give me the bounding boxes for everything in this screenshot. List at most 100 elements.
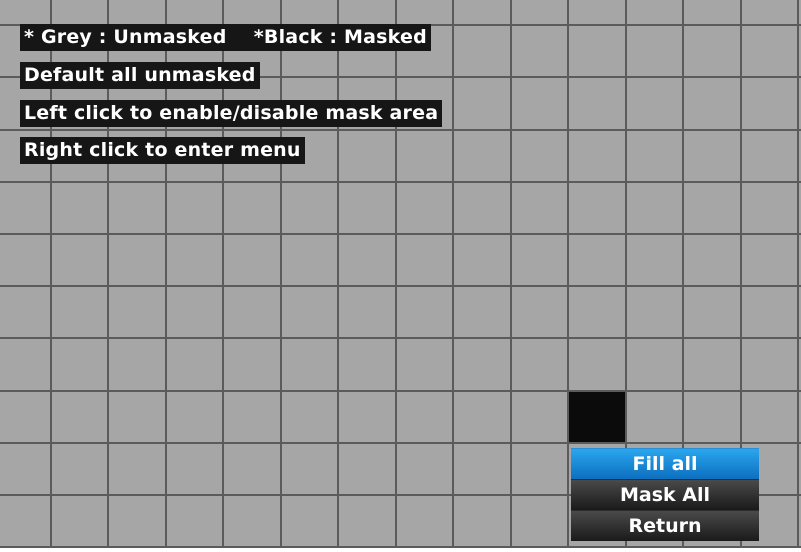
grid-cell[interactable] xyxy=(454,391,512,444)
grid-cell[interactable] xyxy=(569,235,627,288)
grid-cell[interactable] xyxy=(0,443,52,496)
grid-cell[interactable] xyxy=(569,0,627,27)
grid-cell[interactable] xyxy=(454,78,512,131)
grid-cell[interactable] xyxy=(166,391,224,444)
grid-cell[interactable] xyxy=(0,182,52,235)
grid-cell[interactable] xyxy=(0,391,52,444)
grid-cell[interactable] xyxy=(51,287,109,340)
grid-cell[interactable] xyxy=(511,496,569,549)
grid-cell[interactable] xyxy=(454,0,512,27)
grid-cell[interactable] xyxy=(396,339,454,392)
grid-cell[interactable] xyxy=(684,78,742,131)
grid-cell[interactable] xyxy=(0,235,52,288)
grid-cell[interactable] xyxy=(0,0,52,27)
grid-cell[interactable] xyxy=(224,0,282,27)
grid-cell[interactable] xyxy=(109,496,167,549)
grid-cell[interactable] xyxy=(741,287,799,340)
grid-cell[interactable] xyxy=(109,182,167,235)
grid-cell[interactable] xyxy=(511,287,569,340)
grid-cell[interactable] xyxy=(51,496,109,549)
grid-cell[interactable] xyxy=(224,235,282,288)
grid-cell[interactable] xyxy=(741,339,799,392)
grid-cell[interactable] xyxy=(166,496,224,549)
grid-cell[interactable] xyxy=(626,0,684,27)
grid-cell[interactable] xyxy=(569,339,627,392)
grid-cell[interactable] xyxy=(0,496,52,549)
grid-cell[interactable] xyxy=(626,287,684,340)
grid-cell[interactable] xyxy=(166,339,224,392)
grid-cell[interactable] xyxy=(684,26,742,79)
grid-cell[interactable] xyxy=(684,182,742,235)
grid-cell[interactable] xyxy=(511,78,569,131)
grid-cell[interactable] xyxy=(281,339,339,392)
grid-cell[interactable] xyxy=(511,339,569,392)
grid-cell[interactable] xyxy=(339,0,397,27)
grid-cell[interactable] xyxy=(741,26,799,79)
grid-cell[interactable] xyxy=(166,287,224,340)
grid-cell[interactable] xyxy=(511,26,569,79)
grid-cell[interactable] xyxy=(281,182,339,235)
grid-cell[interactable] xyxy=(166,0,224,27)
grid-cell[interactable] xyxy=(741,130,799,183)
grid-cell[interactable] xyxy=(339,287,397,340)
grid-cell[interactable] xyxy=(396,287,454,340)
grid-cell[interactable] xyxy=(626,182,684,235)
menu-item-return[interactable]: Return xyxy=(571,510,759,541)
grid-cell[interactable] xyxy=(741,391,799,444)
grid-cell[interactable] xyxy=(454,235,512,288)
grid-cell[interactable] xyxy=(741,182,799,235)
menu-item-mask-all[interactable]: Mask All xyxy=(571,479,759,510)
grid-cell[interactable] xyxy=(51,443,109,496)
grid-cell[interactable] xyxy=(454,182,512,235)
grid-cell[interactable] xyxy=(454,339,512,392)
grid-cell[interactable] xyxy=(741,235,799,288)
grid-cell[interactable] xyxy=(339,496,397,549)
grid-cell[interactable] xyxy=(626,130,684,183)
grid-cell[interactable] xyxy=(224,339,282,392)
grid-cell[interactable] xyxy=(51,391,109,444)
grid-cell[interactable] xyxy=(569,78,627,131)
grid-cell[interactable] xyxy=(626,391,684,444)
grid-cell[interactable] xyxy=(454,130,512,183)
grid-cell[interactable] xyxy=(224,287,282,340)
grid-cell[interactable] xyxy=(0,287,52,340)
grid-cell[interactable] xyxy=(741,0,799,27)
grid-cell[interactable] xyxy=(51,0,109,27)
grid-cell[interactable] xyxy=(396,235,454,288)
grid-cell[interactable] xyxy=(396,182,454,235)
grid-cell[interactable] xyxy=(741,78,799,131)
grid-cell[interactable] xyxy=(281,443,339,496)
grid-cell[interactable] xyxy=(109,391,167,444)
grid-cell[interactable] xyxy=(166,235,224,288)
grid-cell[interactable] xyxy=(339,130,397,183)
grid-cell[interactable] xyxy=(684,130,742,183)
grid-cell[interactable] xyxy=(339,182,397,235)
grid-cell[interactable] xyxy=(684,287,742,340)
grid-cell[interactable] xyxy=(396,391,454,444)
grid-cell[interactable] xyxy=(281,235,339,288)
grid-cell[interactable] xyxy=(511,443,569,496)
grid-cell[interactable] xyxy=(684,0,742,27)
grid-cell[interactable] xyxy=(684,391,742,444)
grid-cell[interactable] xyxy=(511,235,569,288)
grid-cell[interactable] xyxy=(166,443,224,496)
grid-cell[interactable] xyxy=(396,130,454,183)
grid-cell[interactable] xyxy=(454,443,512,496)
grid-cell[interactable] xyxy=(339,235,397,288)
grid-cell[interactable] xyxy=(339,339,397,392)
grid-cell[interactable] xyxy=(109,287,167,340)
grid-cell[interactable] xyxy=(224,443,282,496)
grid-cell[interactable] xyxy=(51,235,109,288)
grid-cell[interactable] xyxy=(166,182,224,235)
grid-cell[interactable] xyxy=(569,130,627,183)
grid-cell[interactable] xyxy=(454,496,512,549)
grid-cell[interactable] xyxy=(51,339,109,392)
grid-cell[interactable] xyxy=(339,443,397,496)
grid-cell[interactable] xyxy=(569,26,627,79)
grid-cell[interactable] xyxy=(109,235,167,288)
grid-cell[interactable] xyxy=(626,78,684,131)
grid-cell[interactable] xyxy=(51,182,109,235)
grid-cell[interactable] xyxy=(569,391,627,444)
grid-cell[interactable] xyxy=(684,235,742,288)
grid-cell[interactable] xyxy=(511,182,569,235)
